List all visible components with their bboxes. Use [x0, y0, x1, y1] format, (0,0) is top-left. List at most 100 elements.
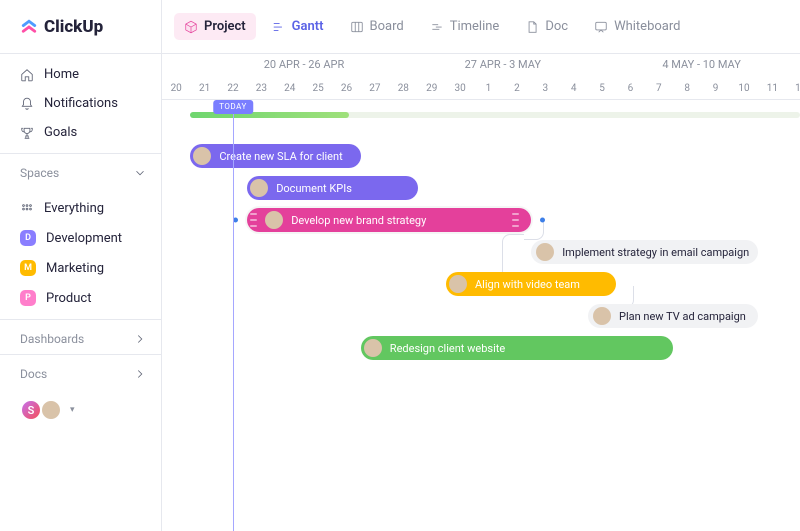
day-column: 9 [701, 78, 729, 99]
view-tab-board[interactable]: Board [340, 13, 414, 40]
task-label: Document KPIs [276, 182, 352, 195]
home-icon [20, 68, 34, 82]
day-column: 28 [389, 78, 417, 99]
day-column: 27 [361, 78, 389, 99]
tab-label: Gantt [292, 19, 324, 34]
tab-label: Timeline [450, 19, 500, 34]
sidebar-item-space-product[interactable]: P Product [0, 283, 161, 313]
section-title: Spaces [20, 166, 59, 180]
dashboards-section[interactable]: Dashboards [0, 320, 161, 354]
avatar [265, 211, 283, 229]
task-pill[interactable]: Redesign client website [361, 336, 673, 360]
clickup-icon [20, 17, 38, 37]
sidebar-item-goals[interactable]: Goals [0, 118, 161, 147]
day-column: 26 [332, 78, 360, 99]
task-row: Align with video team [162, 268, 800, 300]
task-row: Plan new TV ad campaign [162, 300, 800, 332]
spaces-list: Everything D Development M Marketing P P… [0, 188, 161, 319]
sidebar-item-label: Development [46, 231, 122, 246]
task-row: Document KPIs [162, 172, 800, 204]
sidebar-item-space-development[interactable]: D Development [0, 223, 161, 253]
sidebar-item-label: Notifications [44, 96, 118, 111]
task-label: Develop new brand strategy [291, 214, 426, 227]
docs-section[interactable]: Docs [0, 355, 161, 389]
space-badge: M [20, 260, 36, 276]
day-column: 10 [730, 78, 758, 99]
sidebar-item-everything[interactable]: Everything [0, 194, 161, 223]
task-row: Redesign client website [162, 332, 800, 364]
day-column: 30 [446, 78, 474, 99]
day-column: 20 [162, 78, 190, 99]
avatar: S [20, 399, 42, 421]
gantt-chart[interactable]: 20 APR - 26 APR27 APR - 3 MAY4 MAY - 10 … [162, 54, 800, 531]
view-tab-timeline[interactable]: Timeline [420, 13, 510, 40]
tab-label: Doc [545, 19, 568, 34]
day-column: 22 [219, 78, 247, 99]
box-icon [184, 20, 198, 34]
day-column: 7 [645, 78, 673, 99]
section-title: Dashboards [20, 332, 84, 346]
task-pill[interactable]: Implement strategy in email campaign [531, 240, 758, 264]
view-tab-doc[interactable]: Doc [515, 13, 578, 40]
view-tab-whiteboard[interactable]: Whiteboard [584, 13, 690, 40]
task-pill[interactable]: Create new SLA for client [190, 144, 360, 168]
bell-icon [20, 97, 34, 111]
tasks-container: Create new SLA for client Document KPIs De… [162, 140, 800, 364]
nav-primary: Home Notifications Goals [0, 54, 161, 153]
sidebar-item-space-marketing[interactable]: M Marketing [0, 253, 161, 283]
task-pill[interactable]: Plan new TV ad campaign [588, 304, 758, 328]
sidebar-item-home[interactable]: Home [0, 60, 161, 89]
drag-handle-icon[interactable] [512, 213, 519, 227]
spaces-header[interactable]: Spaces [0, 153, 161, 188]
days-row: 2021222324252627282930123456789101112 [162, 78, 800, 100]
date-range-label: 27 APR - 3 MAY [448, 58, 558, 71]
sidebar-item-notifications[interactable]: Notifications [0, 89, 161, 118]
tab-label: Project [204, 19, 246, 34]
day-column: 3 [531, 78, 559, 99]
sidebar: ClickUp Home Notifications Goals Spaces [0, 0, 162, 531]
task-pill[interactable]: Document KPIs [247, 176, 417, 200]
whiteboard-icon [594, 20, 608, 34]
gantt-icon [272, 20, 286, 34]
date-range-label: 4 MAY - 10 MAY [647, 58, 757, 71]
task-label: Implement strategy in email campaign [562, 246, 749, 259]
chevron-down-icon [133, 166, 147, 180]
day-column: 6 [616, 78, 644, 99]
day-column: 4 [559, 78, 587, 99]
day-column: 5 [588, 78, 616, 99]
avatar [193, 147, 211, 165]
drag-handle-icon[interactable] [250, 213, 257, 227]
task-pill[interactable]: Develop new brand strategy [247, 208, 531, 232]
task-pill[interactable]: Align with video team [446, 272, 616, 296]
user-switcher[interactable]: S ▾ [0, 389, 161, 431]
space-badge: D [20, 230, 36, 246]
sidebar-item-label: Everything [44, 201, 104, 216]
board-icon [350, 20, 364, 34]
tab-label: Whiteboard [614, 19, 680, 34]
space-badge: P [20, 290, 36, 306]
sidebar-item-label: Home [44, 67, 79, 82]
avatar [40, 399, 62, 421]
tab-label: Board [370, 19, 404, 34]
view-tab-gantt[interactable]: Gantt [262, 13, 334, 40]
avatar [536, 243, 554, 261]
avatar [364, 339, 382, 357]
date-range-row: 20 APR - 26 APR27 APR - 3 MAY4 MAY - 10 … [162, 54, 800, 78]
day-column: 1 [474, 78, 502, 99]
timeline-icon [430, 20, 444, 34]
task-label: Create new SLA for client [219, 150, 342, 163]
grid-icon [20, 202, 34, 216]
avatar [449, 275, 467, 293]
trophy-icon [20, 126, 34, 140]
chevron-down-icon: ▾ [70, 405, 75, 415]
brand-logo[interactable]: ClickUp [0, 0, 161, 54]
chevron-right-icon [133, 332, 147, 346]
day-column: 24 [276, 78, 304, 99]
day-column: 21 [190, 78, 218, 99]
doc-icon [525, 20, 539, 34]
project-tab[interactable]: Project [174, 13, 256, 40]
sidebar-item-label: Goals [44, 125, 77, 140]
today-line [233, 100, 234, 531]
section-title: Docs [20, 367, 47, 381]
brand-name: ClickUp [44, 17, 103, 37]
